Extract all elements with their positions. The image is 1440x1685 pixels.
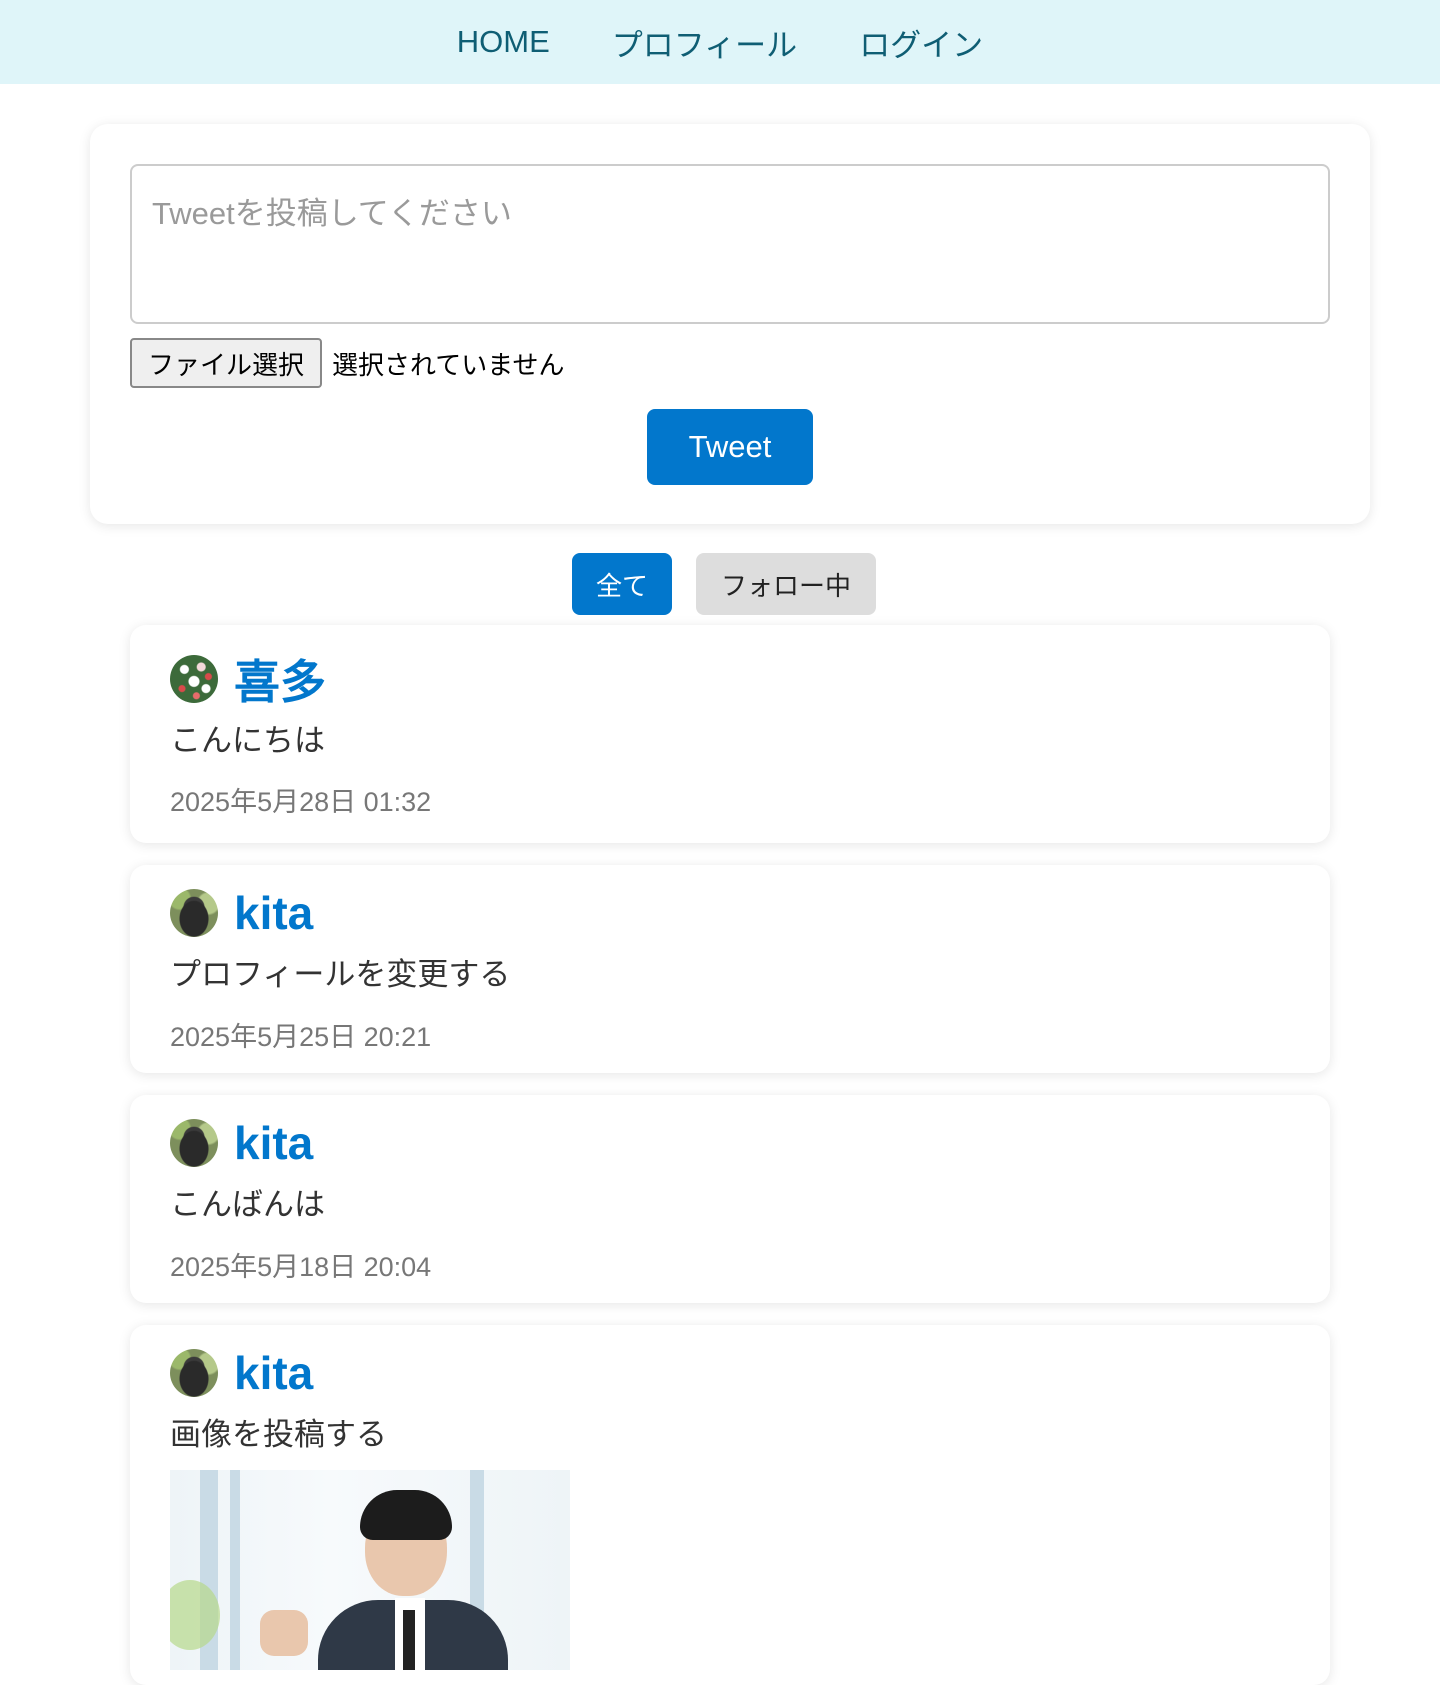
tweet-header: kita [170, 885, 313, 941]
avatar[interactable] [170, 1349, 218, 1397]
person-fist [260, 1610, 308, 1656]
tweet-card: kita 画像を投稿する [130, 1325, 1330, 1685]
tweet-text: プロフィールを変更する [170, 957, 511, 992]
avatar[interactable] [170, 655, 218, 703]
tweet-image[interactable] [170, 1470, 570, 1670]
filter-all-button[interactable]: 全て [572, 553, 672, 615]
top-navbar: HOME プロフィール ログイン [0, 0, 1440, 84]
tweet-timestamp: 2025年5月28日 01:32 [170, 787, 432, 817]
avatar[interactable] [170, 1119, 218, 1167]
tweet-input[interactable] [130, 164, 1330, 324]
timeline-filter: 全て フォロー中 [0, 553, 1440, 615]
nav-home-link[interactable]: HOME [457, 24, 550, 60]
filter-following-button[interactable]: フォロー中 [696, 553, 876, 615]
file-select-button[interactable]: ファイル選択 [130, 338, 323, 388]
tweet-card: kita プロフィールを変更する 2025年5月25日 20:21 [130, 865, 1330, 1073]
tweet-card: 喜多 こんにちは 2025年5月28日 01:32 [130, 625, 1330, 843]
nav-login-link[interactable]: ログイン [859, 20, 983, 65]
tweet-text: こんにちは [170, 723, 325, 758]
tweet-header: kita [170, 1345, 313, 1401]
tweet-text: 画像を投稿する [170, 1417, 387, 1452]
file-picker: ファイル選択 選択されていません [130, 338, 564, 388]
tweet-timestamp: 2025年5月25日 20:21 [170, 1022, 432, 1052]
window-frame [230, 1470, 240, 1670]
tweet-header: kita [170, 1115, 313, 1171]
tweet-user-name[interactable]: kita [234, 1346, 313, 1400]
tweet-user-name[interactable]: kita [234, 886, 313, 940]
tweet-text: こんばんは [170, 1187, 325, 1222]
nav-profile-link[interactable]: プロフィール [612, 20, 797, 65]
tweet-composer: ファイル選択 選択されていません Tweet [90, 124, 1370, 524]
tweet-card: kita こんばんは 2025年5月18日 20:04 [130, 1095, 1330, 1303]
tweet-submit-button[interactable]: Tweet [647, 409, 813, 485]
tweet-timestamp: 2025年5月18日 20:04 [170, 1252, 432, 1282]
tweet-user-name[interactable]: 喜多 [234, 646, 326, 712]
tweet-header: 喜多 [170, 651, 326, 708]
person-hair [360, 1490, 452, 1540]
file-status-text: 選択されていません [332, 349, 565, 380]
avatar[interactable] [170, 889, 218, 937]
person-tie [403, 1610, 415, 1670]
tweet-user-name[interactable]: kita [234, 1116, 313, 1170]
